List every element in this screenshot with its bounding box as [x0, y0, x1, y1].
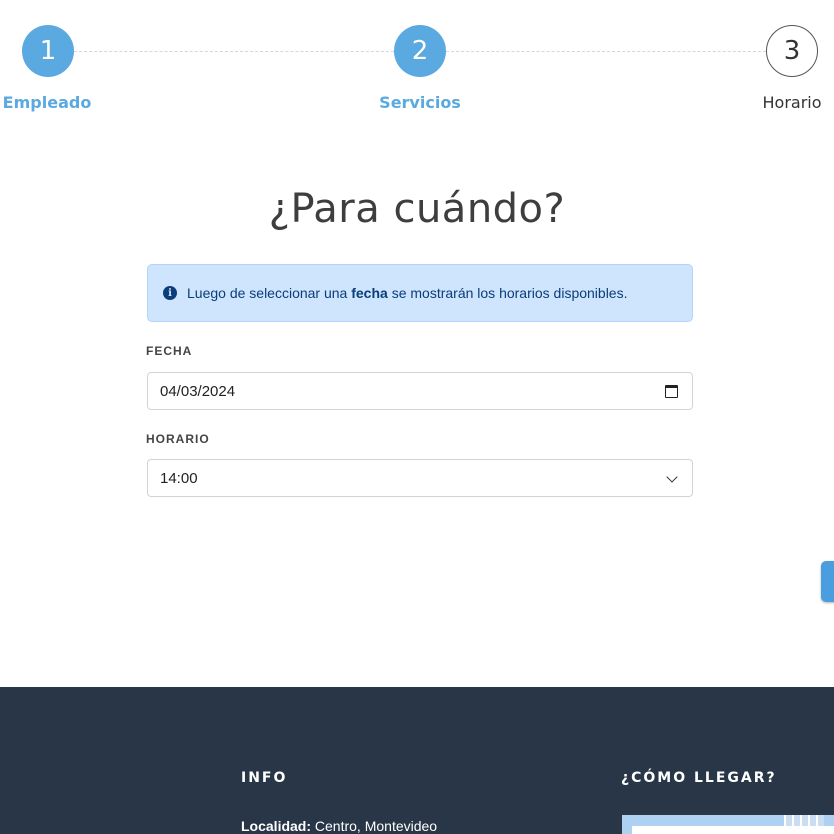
floating-side-tab[interactable]	[821, 561, 834, 602]
horario-label: HORARIO	[146, 432, 210, 446]
alert-text: Luego de seleccionar una fecha se mostra…	[187, 285, 627, 301]
alert-text-after: se mostrarán los horarios disponibles.	[387, 285, 628, 301]
map-embed[interactable]	[622, 815, 834, 834]
alert-text-bold: fecha	[351, 285, 388, 301]
step-connector	[74, 51, 394, 52]
footer-localidad: Localidad: Centro, Montevideo	[241, 818, 437, 834]
map-streets	[784, 815, 824, 826]
footer: INFO ¿CÓMO LLEGAR? Localidad: Centro, Mo…	[0, 687, 834, 834]
footer-info-heading: INFO	[241, 770, 288, 786]
step-2-label[interactable]: Servicios	[379, 93, 461, 112]
page-title: ¿Para cuándo?	[268, 186, 566, 232]
chevron-down-icon	[666, 471, 678, 483]
step-3-circle: 3	[766, 25, 818, 77]
info-alert: i Luego de seleccionar una fecha se most…	[147, 264, 693, 322]
step-1-label[interactable]: Empleado	[3, 93, 92, 112]
localidad-label: Localidad:	[241, 818, 312, 834]
stepper: 1 Empleado 2 Servicios 3 Horario	[0, 0, 834, 130]
step-2-circle[interactable]: 2	[394, 25, 446, 77]
horario-select[interactable]: 14:00	[147, 459, 693, 497]
calendar-icon[interactable]	[665, 385, 678, 398]
step-3-label: Horario	[762, 93, 822, 112]
info-icon: i	[163, 286, 177, 300]
localidad-value: Centro, Montevideo	[311, 818, 438, 834]
horario-value: 14:00	[160, 469, 198, 487]
fecha-value: 04/03/2024	[160, 382, 236, 400]
map-card	[632, 826, 834, 834]
step-connector	[446, 51, 766, 52]
fecha-label: FECHA	[146, 344, 193, 358]
fecha-date-input[interactable]: 04/03/2024	[147, 372, 693, 410]
footer-como-llegar-heading: ¿CÓMO LLEGAR?	[621, 770, 777, 786]
alert-text-before: Luego de seleccionar una	[187, 285, 352, 301]
step-1-circle[interactable]: 1	[22, 25, 74, 77]
